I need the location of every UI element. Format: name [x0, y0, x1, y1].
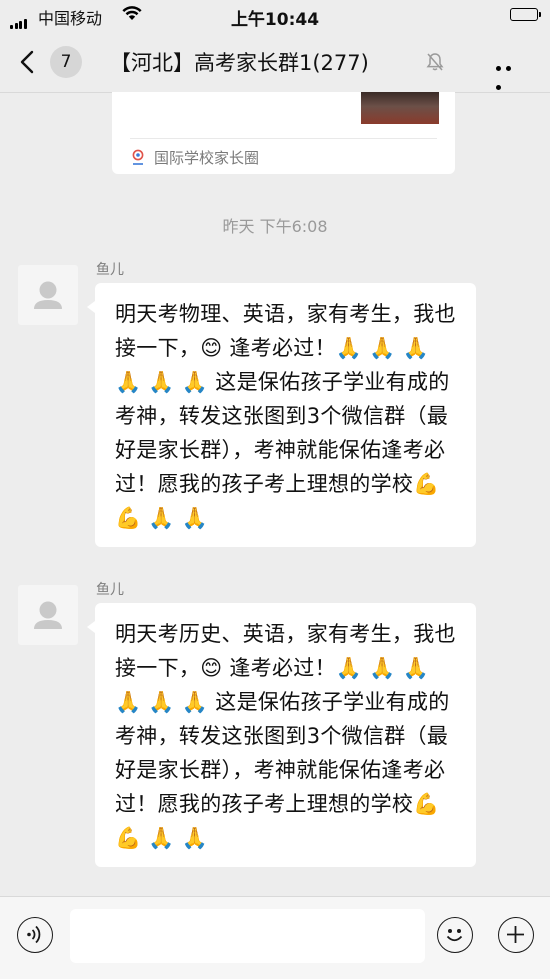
chevron-left-icon: [20, 50, 34, 74]
message-text: 明天考物理、英语，家有考生，我也接一下，😊 逢考必过！🙏 🙏 🙏 🙏 🙏 🙏 这…: [115, 302, 456, 530]
card-title-fragment: [130, 92, 186, 95]
emoji-icon: [446, 929, 463, 942]
sender-name: 鱼儿: [96, 582, 124, 598]
more-options-button[interactable]: [496, 56, 524, 90]
mini-program-icon: [130, 149, 146, 169]
status-bar: 中国移动 上午10:44: [0, 0, 550, 30]
voice-input-button[interactable]: [17, 917, 53, 953]
chat-header: 7 【河北】高考家长群1(277): [0, 30, 550, 93]
emoji-button[interactable]: [437, 917, 473, 953]
status-time: 上午10:44: [230, 10, 320, 30]
card-divider: [130, 138, 437, 139]
card-thumbnail: [361, 92, 439, 124]
sender-name: 鱼儿: [96, 262, 124, 278]
message-timestamp: 昨天 下午6:08: [222, 217, 328, 236]
plus-icon: [507, 926, 524, 943]
message-text: 明天考历史、英语，家有考生，我也接一下，😊 逢考必过！🙏 🙏 🙏 🙏 🙏 🙏 这…: [115, 622, 456, 850]
voice-icon: [27, 925, 41, 944]
bell-slash-icon: [426, 52, 444, 76]
unread-count-badge: 7: [50, 46, 82, 78]
back-button[interactable]: 7: [14, 46, 84, 78]
avatar[interactable]: [18, 585, 78, 645]
avatar[interactable]: [18, 265, 78, 325]
card-source-label: 国际学校家长圈: [154, 149, 260, 167]
chat-input-bar: [0, 896, 550, 979]
shared-link-card[interactable]: 国际学校家长圈: [112, 92, 455, 174]
message-input[interactable]: [70, 909, 425, 963]
message-bubble[interactable]: 明天考历史、英语，家有考生，我也接一下，😊 逢考必过！🙏 🙏 🙏 🙏 🙏 🙏 这…: [87, 603, 476, 867]
message-bubble[interactable]: 明天考物理、英语，家有考生，我也接一下，😊 逢考必过！🙏 🙏 🙏 🙏 🙏 🙏 这…: [87, 283, 476, 547]
default-avatar-icon: [34, 281, 62, 309]
more-functions-button[interactable]: [498, 917, 534, 953]
default-avatar-icon: [34, 601, 62, 629]
chat-title: 【河北】高考家长群1(277): [110, 51, 369, 75]
battery-icon: [510, 8, 541, 21]
